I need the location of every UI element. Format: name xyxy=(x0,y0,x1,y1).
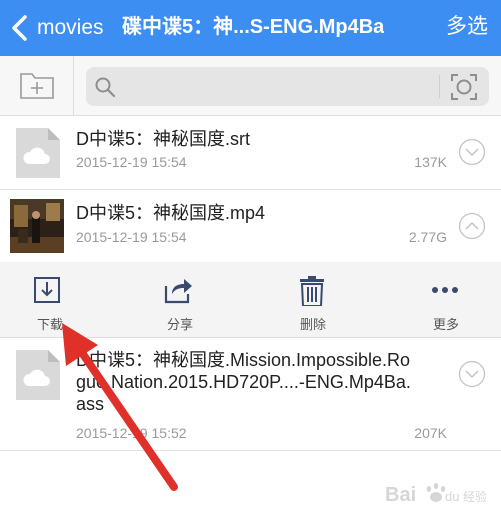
file-row[interactable]: D中谍5：神秘国度.srt 2015-12-19 15:54 137K xyxy=(0,116,501,190)
download-button[interactable]: 下载 xyxy=(0,262,100,338)
search-box[interactable] xyxy=(86,67,489,106)
search-divider xyxy=(439,75,440,98)
file-name: D中谍5：神秘国度.Mission.Impossible.Rogue.Natio… xyxy=(76,350,411,414)
file-name: D中谍5：神秘国度.srt xyxy=(76,129,251,149)
search-icon xyxy=(95,77,116,98)
multiselect-button[interactable]: 多选 xyxy=(446,13,488,41)
back-button[interactable]: movies xyxy=(37,14,104,42)
chevron-left-icon[interactable] xyxy=(8,14,32,42)
toolbar xyxy=(0,56,501,116)
file-size: 137K xyxy=(414,154,447,170)
cloud-document-icon xyxy=(16,128,60,178)
file-size: 207K xyxy=(414,425,447,441)
trash-icon xyxy=(300,276,324,306)
share-button[interactable]: 分享 xyxy=(130,262,230,338)
scan-icon[interactable] xyxy=(450,73,478,101)
download-label: 下载 xyxy=(36,317,63,332)
file-row[interactable]: D中谍5：神秘国度.Mission.Impossible.Rogue.Natio… xyxy=(0,338,501,451)
svg-text:Bai: Bai xyxy=(385,484,416,506)
svg-text:经验: 经验 xyxy=(463,489,487,504)
search-input[interactable] xyxy=(124,73,424,100)
share-label: 分享 xyxy=(166,317,193,332)
svg-text:du: du xyxy=(445,489,459,504)
video-thumbnail xyxy=(10,199,64,253)
delete-label: 删除 xyxy=(299,317,326,332)
add-folder-icon xyxy=(20,73,54,99)
chevron-down-icon[interactable] xyxy=(458,138,486,166)
chevron-down-icon[interactable] xyxy=(458,360,486,388)
more-button[interactable]: 更多 xyxy=(396,262,496,338)
file-date: 2015-12-19 15:52 xyxy=(76,425,187,441)
file-action-bar: 下载 分享 删除 更多 xyxy=(0,262,501,338)
share-icon xyxy=(164,279,192,304)
more-label: 更多 xyxy=(432,317,459,332)
new-folder-button[interactable] xyxy=(0,56,74,116)
file-size: 2.77G xyxy=(408,229,447,245)
baidu-jingyan-logo: Bai du 经验 xyxy=(385,483,487,506)
page-title: 碟中谍5：神...S-ENG.Mp4Ba xyxy=(122,16,385,38)
more-icon xyxy=(432,287,458,293)
navigation-bar: movies 碟中谍5：神...S-ENG.Mp4Ba 多选 xyxy=(0,0,501,56)
chevron-up-icon[interactable] xyxy=(458,212,486,240)
download-icon xyxy=(34,277,60,303)
file-date: 2015-12-19 15:54 xyxy=(76,154,187,170)
file-name: D中谍5：神秘国度.mp4 xyxy=(76,203,266,223)
file-date: 2015-12-19 15:54 xyxy=(76,229,187,245)
delete-button[interactable]: 删除 xyxy=(263,262,363,338)
cloud-document-icon xyxy=(16,350,60,400)
file-row[interactable]: D中谍5：神秘国度.mp4 2015-12-19 15:54 2.77G xyxy=(0,190,501,262)
